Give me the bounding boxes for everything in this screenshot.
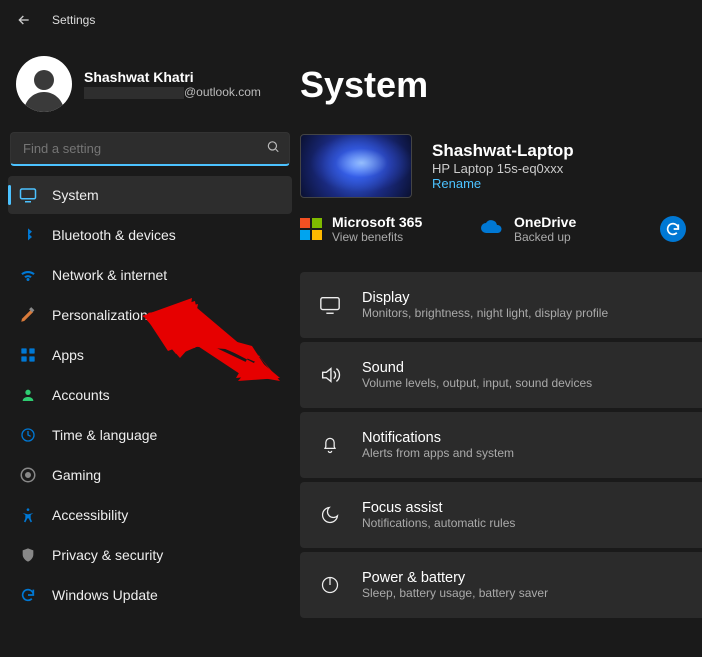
card-power[interactable]: Power & battery Sleep, battery usage, ba… xyxy=(300,552,702,618)
bluetooth-icon xyxy=(18,225,38,245)
sidebar-item-label: Accessibility xyxy=(52,507,128,523)
card-desc: Alerts from apps and system xyxy=(362,446,514,460)
shield-icon xyxy=(18,545,38,565)
card-sound[interactable]: Sound Volume levels, output, input, soun… xyxy=(300,342,702,408)
sidebar-item-label: Personalization xyxy=(52,307,148,323)
card-display[interactable]: Display Monitors, brightness, night ligh… xyxy=(300,272,702,338)
sidebar-item-label: Accounts xyxy=(52,387,110,403)
accessibility-icon xyxy=(18,505,38,525)
sidebar-item-time[interactable]: Time & language xyxy=(8,416,292,454)
display-icon xyxy=(318,293,342,317)
profile-email: @outlook.com xyxy=(84,85,261,99)
back-button[interactable] xyxy=(8,4,40,36)
power-icon xyxy=(318,573,342,597)
sidebar-item-accounts[interactable]: Accounts xyxy=(8,376,292,414)
sidebar-item-accessibility[interactable]: Accessibility xyxy=(8,496,292,534)
update-icon xyxy=(18,585,38,605)
sync-button[interactable] xyxy=(660,216,686,242)
onedrive-block[interactable]: OneDrive Backed up xyxy=(480,214,636,244)
profile-block[interactable]: Shashwat Khatri @outlook.com xyxy=(8,48,292,128)
sidebar-item-bluetooth[interactable]: Bluetooth & devices xyxy=(8,216,292,254)
card-desc: Volume levels, output, input, sound devi… xyxy=(362,376,592,390)
sidebar-item-label: Apps xyxy=(52,347,84,363)
sidebar-item-system[interactable]: System xyxy=(8,176,292,214)
card-focus[interactable]: Focus assist Notifications, automatic ru… xyxy=(300,482,702,548)
card-title: Notifications xyxy=(362,430,514,446)
card-desc: Monitors, brightness, night light, displ… xyxy=(362,306,608,320)
m365-sub: View benefits xyxy=(332,230,422,244)
onedrive-sub: Backed up xyxy=(514,230,576,244)
profile-name: Shashwat Khatri xyxy=(84,69,261,85)
sidebar-item-label: Network & internet xyxy=(52,267,167,283)
search-icon xyxy=(266,140,280,159)
sidebar-item-label: Time & language xyxy=(52,427,157,443)
card-notifications[interactable]: Notifications Alerts from apps and syste… xyxy=(300,412,702,478)
sidebar-item-update[interactable]: Windows Update xyxy=(8,576,292,614)
page-title: System xyxy=(300,64,702,106)
card-title: Sound xyxy=(362,360,592,376)
card-title: Power & battery xyxy=(362,570,548,586)
microsoft-logo-icon xyxy=(300,218,322,240)
sidebar-item-gaming[interactable]: Gaming xyxy=(8,456,292,494)
person-icon xyxy=(18,385,38,405)
m365-title: Microsoft 365 xyxy=(332,214,422,230)
wifi-icon xyxy=(18,265,38,285)
sidebar-item-network[interactable]: Network & internet xyxy=(8,256,292,294)
moon-icon xyxy=(318,503,342,527)
card-title: Display xyxy=(362,290,608,306)
sidebar-item-label: Gaming xyxy=(52,467,101,483)
search-input[interactable] xyxy=(10,132,290,166)
device-model: HP Laptop 15s-eq0xxx xyxy=(432,161,574,176)
gaming-icon xyxy=(18,465,38,485)
sidebar-item-personalization[interactable]: Personalization xyxy=(8,296,292,334)
card-title: Focus assist xyxy=(362,500,515,516)
microsoft365-block[interactable]: Microsoft 365 View benefits xyxy=(300,214,456,244)
clock-globe-icon xyxy=(18,425,38,445)
search-box[interactable] xyxy=(10,132,290,166)
card-desc: Notifications, automatic rules xyxy=(362,516,515,530)
sidebar-item-apps[interactable]: Apps xyxy=(8,336,292,374)
sound-icon xyxy=(318,363,342,387)
apps-icon xyxy=(18,345,38,365)
rename-link[interactable]: Rename xyxy=(432,176,574,191)
system-icon xyxy=(18,185,38,205)
avatar xyxy=(16,56,72,112)
onedrive-title: OneDrive xyxy=(514,214,576,230)
onedrive-icon xyxy=(480,215,504,244)
sidebar-item-label: System xyxy=(52,187,99,203)
sidebar-item-label: Bluetooth & devices xyxy=(52,227,176,243)
card-desc: Sleep, battery usage, battery saver xyxy=(362,586,548,600)
sidebar-item-label: Privacy & security xyxy=(52,547,163,563)
paintbrush-icon xyxy=(18,305,38,325)
window-title: Settings xyxy=(52,13,95,27)
device-thumbnail[interactable] xyxy=(300,134,412,198)
sidebar-item-label: Windows Update xyxy=(52,587,158,603)
device-name: Shashwat-Laptop xyxy=(432,141,574,161)
sidebar-item-privacy[interactable]: Privacy & security xyxy=(8,536,292,574)
bell-icon xyxy=(318,433,342,457)
